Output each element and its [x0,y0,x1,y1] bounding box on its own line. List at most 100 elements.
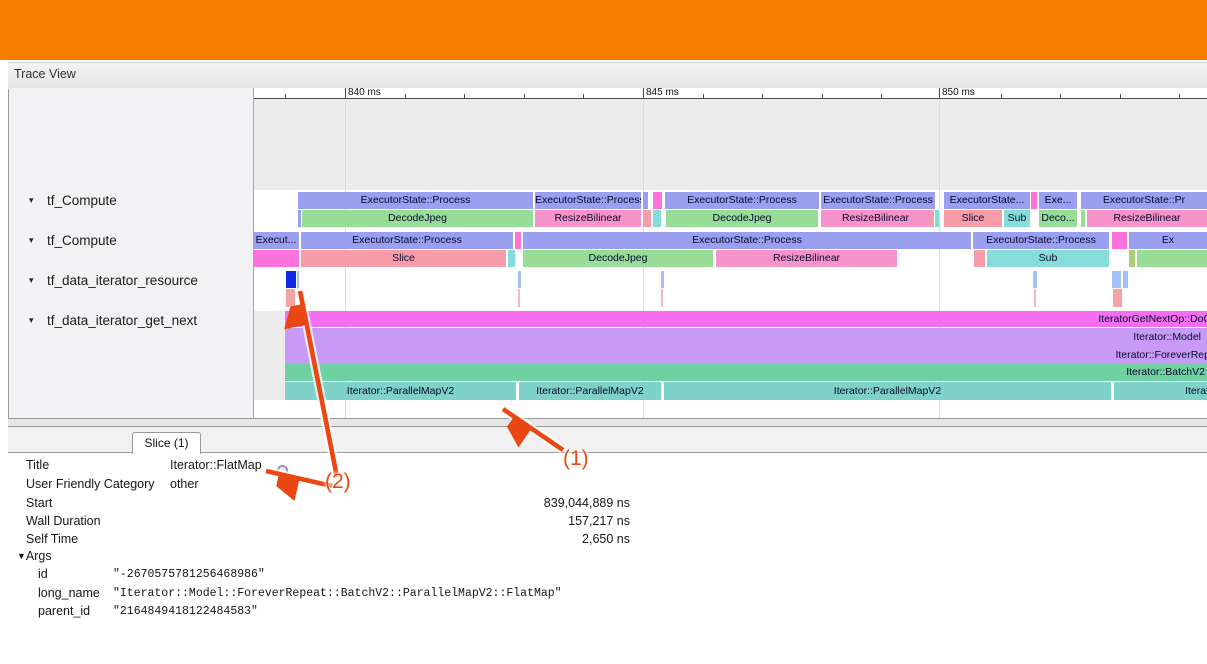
detail-value: 2,650 ns [308,532,630,546]
track-header-tf-data-iterator-get-next[interactable]: ▾ tf_data_iterator_get_next [9,311,253,333]
trace-slice[interactable]: Slice [301,250,506,267]
trace-slice[interactable] [1137,250,1207,267]
track4-left-gutter [253,311,285,400]
trace-slice[interactable]: DecodeJpeg [666,210,818,227]
trace-slice-label: ResizeBilinear [821,210,930,227]
trace-slice[interactable]: Iterator::ParallelMapV2 [664,382,1111,400]
trace-slice[interactable]: Sub [987,250,1109,267]
trace-slice[interactable] [508,250,515,267]
panel-splitter[interactable] [8,418,1207,427]
trace-slice[interactable] [1112,271,1121,288]
trace-slice[interactable]: Slice [944,210,1002,227]
trace-slice[interactable]: Ex [1129,232,1207,249]
trace-view-title: Trace View [14,67,76,81]
trace-slice[interactable] [661,271,664,288]
trace-slice[interactable]: ResizeBilinear [535,210,641,227]
trace-slice[interactable] [1033,271,1037,288]
args-triangle-icon[interactable]: ▼ [17,551,26,561]
trace-slice[interactable] [643,210,651,227]
trace-slice[interactable] [297,271,299,288]
trace-slice-label: Iterator::Model [1133,328,1201,346]
trace-slice[interactable]: Iterator::ParallelMapV2 [285,382,516,400]
collapse-triangle-icon[interactable]: ▾ [29,315,34,326]
trace-slice[interactable]: ResizeBilinear [716,250,897,267]
trace-slice[interactable] [653,210,661,227]
collapse-triangle-icon[interactable]: ▾ [29,235,34,246]
track-header-tf-compute-2[interactable]: ▾ tf_Compute [9,231,253,253]
trace-slice-label: ResizeBilinear [535,210,641,227]
trace-slice[interactable] [1031,192,1037,209]
trace-slice[interactable] [974,250,985,267]
trace-slice[interactable]: ExecutorState::Pr [1081,192,1207,209]
detail-value: 157,217 ns [308,514,630,528]
track-header-tf-data-iterator-resource[interactable]: ▾ tf_data_iterator_resource [9,271,253,293]
trace-slice[interactable] [1113,289,1122,307]
trace-slice[interactable]: Iterat [1114,382,1207,400]
trace-slice[interactable]: ExecutorState::Process [535,192,641,209]
tab-slice[interactable]: Slice (1) [132,432,201,454]
magnifier-icon[interactable] [276,464,293,481]
trace-slice[interactable] [1034,289,1036,307]
trace-slice[interactable]: Iterator::ForeverRep [285,346,1207,364]
ruler-minor-tick [405,94,406,98]
trace-slice[interactable]: DecodeJpeg [523,250,713,267]
trace-slice[interactable]: ExecutorState::Process [973,232,1109,249]
trace-slice[interactable] [930,210,934,227]
trace-slice[interactable] [286,271,296,288]
trace-slice[interactable] [643,192,648,209]
trace-slice-label: Iterator::ForeverRep [1115,346,1207,364]
trace-slice[interactable]: Sub [1004,210,1030,227]
detail-value: 839,044,889 ns [308,496,630,510]
ruler-major-tick [345,88,346,98]
track-header-tf-compute-1[interactable]: ▾ tf_Compute [9,191,253,213]
collapse-triangle-icon[interactable]: ▾ [29,275,34,286]
trace-slice[interactable]: IteratorGetNextOp::DoC [285,311,1207,327]
trace-slice[interactable]: ResizeBilinear [821,210,930,227]
detail-value: other [170,477,199,491]
trace-slice[interactable]: Deco... [1039,210,1077,227]
trace-slice[interactable]: Iterator::ParallelMapV2 [519,382,661,400]
trace-slice[interactable]: ExecutorState... [944,192,1030,209]
ruler-minor-tick [1120,94,1121,98]
arg-label: parent_id [38,604,90,618]
trace-slice[interactable]: DecodeJpeg [302,210,533,227]
trace-slice[interactable]: Execut... [253,232,299,249]
trace-slice-label: ExecutorState::Process [535,192,641,209]
trace-slice[interactable] [286,289,295,307]
trace-slice-label: Deco... [1039,210,1077,227]
empty-track-area [253,99,1207,190]
trace-slice[interactable] [1129,250,1135,267]
trace-slice[interactable]: Iterator::Model [285,328,1207,346]
trace-slice[interactable] [518,271,521,288]
trace-slice-label: Ex [1129,232,1207,249]
trace-slice[interactable] [1112,232,1127,249]
trace-slice[interactable] [661,289,663,307]
collapse-triangle-icon[interactable]: ▾ [29,195,34,206]
trace-slice[interactable]: Exe... [1039,192,1077,209]
trace-slice[interactable] [253,250,299,267]
ruler-minor-tick [703,94,704,98]
trace-slice[interactable] [1123,271,1128,288]
trace-slice[interactable]: ExecutorState::Process [298,192,533,209]
track-label: tf_data_iterator_resource [47,273,198,288]
trace-slice[interactable] [935,210,939,227]
trace-slice[interactable]: ExecutorState::Process [523,232,971,249]
trace-slice-label: Sub [987,250,1109,267]
trace-slice-label: IteratorGetNextOp::DoC [1098,311,1207,327]
annotation-label-1: (1) [563,447,589,471]
trace-slice[interactable]: ExecutorState::Process [821,192,935,209]
trace-slice[interactable]: ResizeBilinear [1087,210,1207,227]
trace-slice[interactable] [298,210,301,227]
detail-label: Wall Duration [26,514,101,528]
ruler-label: 840 ms [348,87,381,98]
trace-slice[interactable] [515,232,521,249]
trace-slice[interactable]: Iterator::BatchV2 [285,364,1207,381]
trace-slice-label: ExecutorState... [944,192,1030,209]
trace-slice[interactable] [1081,210,1085,227]
trace-slice[interactable]: ExecutorState::Process [665,192,819,209]
trace-slice[interactable]: ExecutorState::Process [301,232,513,249]
trace-slice[interactable] [653,192,662,209]
trace-slice[interactable] [518,289,520,307]
arg-value: "2164849418122484583" [113,605,258,618]
ruler-minor-tick [762,94,763,98]
